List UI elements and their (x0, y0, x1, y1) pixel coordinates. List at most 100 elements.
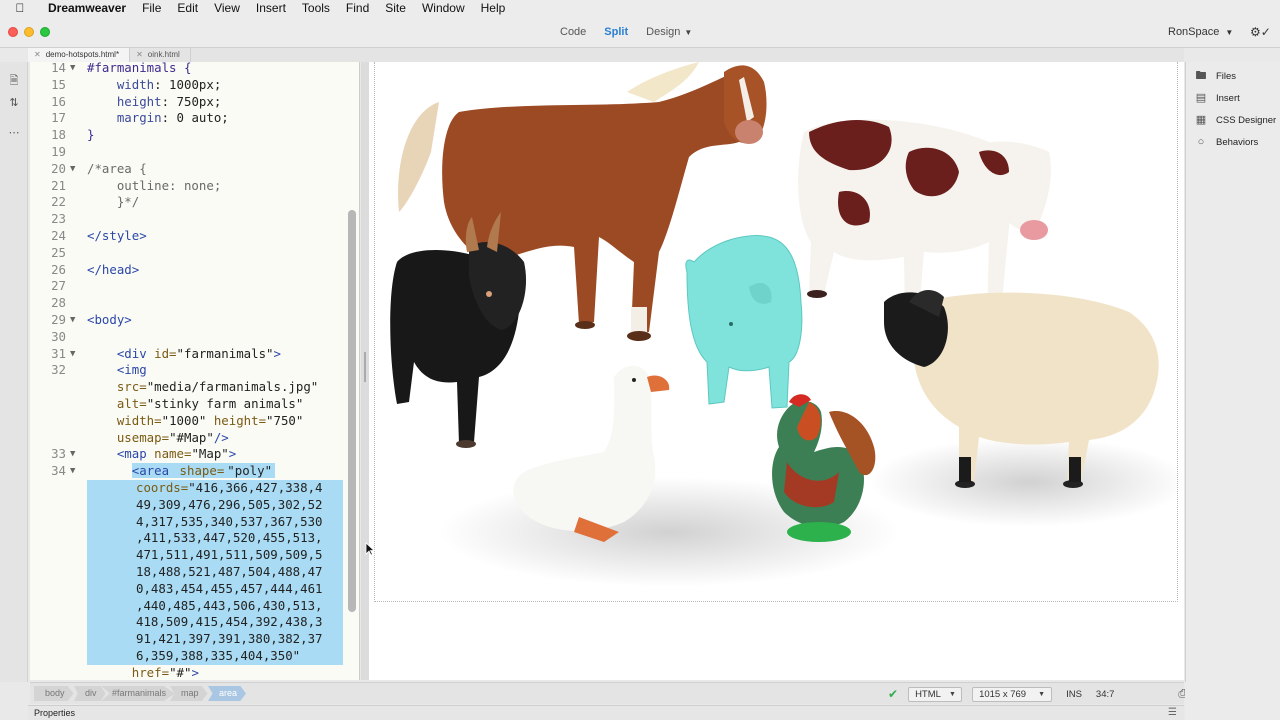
code-line[interactable]: ,440,485,443,506,430,513, (30, 597, 359, 615)
minimize-window-button[interactable] (24, 27, 34, 37)
split-divider[interactable] (361, 62, 369, 680)
code-line[interactable]: 30 (30, 329, 359, 346)
code-line[interactable]: 24 </style> (30, 228, 359, 245)
tag-crumb-body[interactable]: body (34, 686, 74, 701)
tag-crumb-farmanimals[interactable]: #farmanimals (101, 686, 176, 701)
code-line[interactable]: 28 (30, 295, 359, 312)
code-line[interactable]: alt="stinky farm animals" (30, 396, 359, 413)
code-line[interactable]: 22 }*/ (30, 194, 359, 211)
design-view[interactable] (369, 62, 1184, 680)
close-icon[interactable]: ✕ (136, 48, 143, 62)
apple-icon[interactable]:  (0, 1, 40, 15)
code-line[interactable]: 15 width: 1000px; (30, 77, 359, 94)
code-line[interactable]: 34 ▼ <area shape= "poly" (30, 463, 359, 480)
code-line[interactable]: 19 (30, 144, 359, 161)
code-line[interactable]: 23 (30, 211, 359, 228)
code-token: "media/farmanimals.jpg" (146, 379, 319, 395)
gear-icon[interactable]: ⚙✓ (1250, 16, 1271, 48)
code-line[interactable]: src="media/farmanimals.jpg" (30, 379, 359, 396)
file-icon[interactable]: 🗎 (7, 74, 21, 88)
panel-insert[interactable]: ▤ Insert (1194, 90, 1240, 106)
code-line[interactable]: 20 ▼ /*area { (30, 161, 359, 178)
code-line[interactable]: 14 ▼ #farmanimals { (30, 62, 359, 77)
code-token: href= (87, 664, 170, 680)
split-view-button[interactable]: Split (604, 26, 628, 38)
panel-behaviors[interactable]: ○ Behaviors (1194, 134, 1259, 150)
code-token: margin (87, 110, 162, 126)
doc-type-select[interactable]: HTML ▼ (908, 686, 963, 702)
more-options-icon[interactable]: ⋯ (7, 126, 21, 140)
code-line[interactable]: 25 (30, 245, 359, 262)
menu-insert[interactable]: Insert (248, 0, 294, 16)
menu-app-name[interactable]: Dreamweaver (40, 0, 134, 16)
menu-window[interactable]: Window (414, 0, 473, 16)
code-line[interactable]: 18} (30, 127, 359, 144)
code-line[interactable]: 418,509,415,454,392,438,3 (30, 614, 359, 632)
code-line[interactable]: 0,483,454,455,457,444,461 (30, 580, 359, 598)
menu-file[interactable]: File (134, 0, 169, 16)
fold-toggle-icon[interactable]: ▼ (70, 161, 80, 178)
view-mode-switcher: Code Split Design ▼ (560, 16, 692, 48)
code-line[interactable]: 31 ▼ <div id="farmanimals"> (30, 346, 359, 363)
panel-menu-icon[interactable]: ☰ (1168, 707, 1177, 718)
close-window-button[interactable] (8, 27, 18, 37)
zoom-window-button[interactable] (40, 27, 50, 37)
code-line[interactable]: 17 margin: 0 auto; (30, 110, 359, 127)
code-line[interactable]: 49,309,476,296,505,302,52 (30, 496, 359, 514)
code-line[interactable]: 26 </head> (30, 262, 359, 279)
insert-mode[interactable]: INS (1066, 689, 1082, 700)
menu-help[interactable]: Help (473, 0, 514, 16)
code-token: coords= (136, 479, 189, 495)
sort-arrows-icon[interactable]: ⇅ (7, 96, 21, 110)
properties-bar[interactable]: Properties ☰ (28, 705, 1184, 720)
panel-files[interactable]: 🖿 Files (1194, 68, 1237, 84)
code-line[interactable]: 4,317,535,340,537,367,530 (30, 513, 359, 531)
code-text: <area shape= "poly" (87, 463, 276, 480)
fold-toggle-icon[interactable]: ▼ (70, 446, 80, 463)
code-line[interactable]: ,411,533,447,520,455,513, (30, 530, 359, 548)
code-line[interactable]: 16 height: 750px; (30, 94, 359, 111)
tag-crumb-area[interactable]: area (208, 686, 247, 701)
tag-crumb-map[interactable]: map (170, 686, 208, 701)
code-scrollbar[interactable] (348, 210, 356, 612)
menu-site[interactable]: Site (377, 0, 414, 16)
fold-toggle-icon[interactable]: ▼ (70, 463, 80, 480)
code-view-button[interactable]: Code (560, 26, 586, 38)
splitter-grip[interactable] (364, 352, 366, 382)
fold-toggle-icon[interactable]: ▼ (70, 312, 80, 329)
code-line[interactable]: coords="416,366,427,338,4 (30, 479, 359, 497)
fold-toggle-icon[interactable]: ▼ (70, 346, 80, 363)
tab-demo-hotspots[interactable]: ✕ demo-hotspots.html* (28, 48, 131, 62)
panel-insert-label: Insert (1216, 92, 1240, 104)
code-view[interactable]: 14 ▼ #farmanimals {15 width: 1000px; 16 hei… (30, 62, 360, 680)
code-line[interactable]: 32 <img (30, 362, 359, 379)
code-line[interactable]: 6,359,388,335,404,350" (30, 647, 359, 665)
menu-find[interactable]: Find (338, 0, 377, 16)
code-line[interactable]: 91,421,397,391,380,382,37 (30, 631, 359, 648)
tab-oink[interactable]: ✕ oink.html (130, 48, 191, 62)
panel-css-designer[interactable]: ▦ CSS Designer (1194, 112, 1276, 128)
code-line[interactable]: 471,511,491,511,509,509,5 (30, 547, 359, 564)
fold-toggle-icon[interactable]: ▼ (70, 62, 80, 77)
close-icon[interactable]: ✕ (34, 48, 41, 62)
code-line[interactable]: 33 ▼ <map name="Map"> (30, 446, 359, 463)
design-view-button[interactable]: Design ▼ (646, 26, 692, 38)
code-line[interactable]: 18,488,521,487,504,488,47 (30, 563, 359, 581)
pig-hotspot-highlight[interactable] (685, 235, 803, 409)
tag-crumb-div[interactable]: div (74, 686, 106, 701)
code-line[interactable]: width="1000" height="750" (30, 412, 359, 430)
workspace-switcher[interactable]: RonSpace ▼ (1168, 16, 1233, 48)
cursor-position: 34:7 (1095, 688, 1115, 700)
menu-view[interactable]: View (206, 0, 248, 16)
code-line[interactable]: usemap="#Map"/> (30, 430, 359, 447)
line-number: 22 (51, 194, 66, 210)
code-line[interactable]: href="#"> (30, 664, 359, 680)
status-right: ✔ HTML ▼ 1015 x 769 ▼ INS 34:7 ⎙ (888, 683, 1187, 705)
code-line[interactable]: 21 outline: none; (30, 178, 359, 195)
menu-tools[interactable]: Tools (294, 0, 338, 16)
menu-edit[interactable]: Edit (169, 0, 206, 16)
code-line[interactable]: 29 ▼ <body> (30, 312, 359, 329)
code-line[interactable]: 27 (30, 278, 359, 295)
window-size-select[interactable]: 1015 x 769 ▼ (972, 686, 1053, 702)
code-token: height= (213, 412, 267, 428)
